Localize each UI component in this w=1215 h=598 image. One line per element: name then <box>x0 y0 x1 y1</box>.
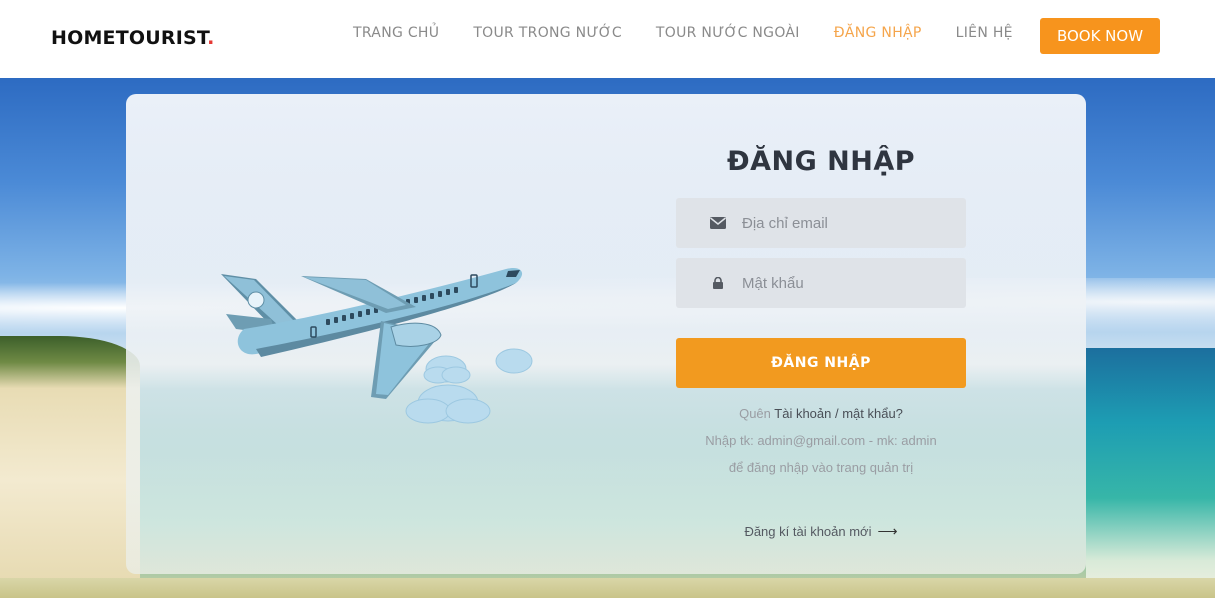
airplane-illustration <box>221 267 533 424</box>
email-input[interactable] <box>742 198 952 248</box>
password-field[interactable] <box>676 258 966 308</box>
arrow-right-icon: ⟶ <box>877 523 898 539</box>
login-title: ĐĂNG NHẬP <box>726 146 916 177</box>
background-beach-left <box>0 336 140 598</box>
logo-text: HOMETOURIST <box>51 27 208 49</box>
logo[interactable]: HOMETOURIST. <box>51 27 215 49</box>
forgot-password-text: Quên Tài khoản / mật khẩu? <box>676 406 966 421</box>
password-input[interactable] <box>742 258 952 308</box>
nav-item-contact[interactable]: LIÊN HỆ <box>956 25 1013 41</box>
forgot-prefix: Quên <box>739 406 771 421</box>
login-hint-credentials: Nhập tk: admin@gmail.com - mk: admin <box>705 433 937 448</box>
login-card: ĐĂNG NHẬP ĐĂNG NHẬP Quên Tài khoản / mật… <box>126 94 1086 574</box>
nav-item-domestic-tours[interactable]: TOUR TRONG NƯỚC <box>473 25 622 41</box>
nav-item-home[interactable]: TRANG CHỦ <box>353 25 439 41</box>
login-submit-button[interactable]: ĐĂNG NHẬP <box>676 338 966 388</box>
book-now-button[interactable]: BOOK NOW <box>1040 18 1160 54</box>
email-field[interactable] <box>676 198 966 248</box>
envelope-icon <box>710 215 726 231</box>
lock-icon <box>710 275 726 291</box>
login-hint-admin: để đăng nhập vào trang quản trị <box>728 460 914 475</box>
register-label: Đăng kí tài khoản mới <box>744 524 872 539</box>
background-sea-right <box>1086 348 1215 598</box>
main-nav: TRANG CHỦ TOUR TRONG NƯỚC TOUR NƯỚC NGOÀ… <box>353 25 1047 41</box>
forgot-password-link[interactable]: Tài khoản / mật khẩu? <box>774 406 903 421</box>
register-link[interactable]: Đăng kí tài khoản mới ⟶ <box>676 523 966 540</box>
background-sand <box>0 578 1215 598</box>
logo-dot: . <box>207 27 215 49</box>
nav-item-login[interactable]: ĐĂNG NHẬP <box>834 25 922 41</box>
site-header: HOMETOURIST. TRANG CHỦ TOUR TRONG NƯỚC T… <box>0 0 1215 78</box>
nav-item-international-tours[interactable]: TOUR NƯỚC NGOÀI <box>656 25 800 41</box>
